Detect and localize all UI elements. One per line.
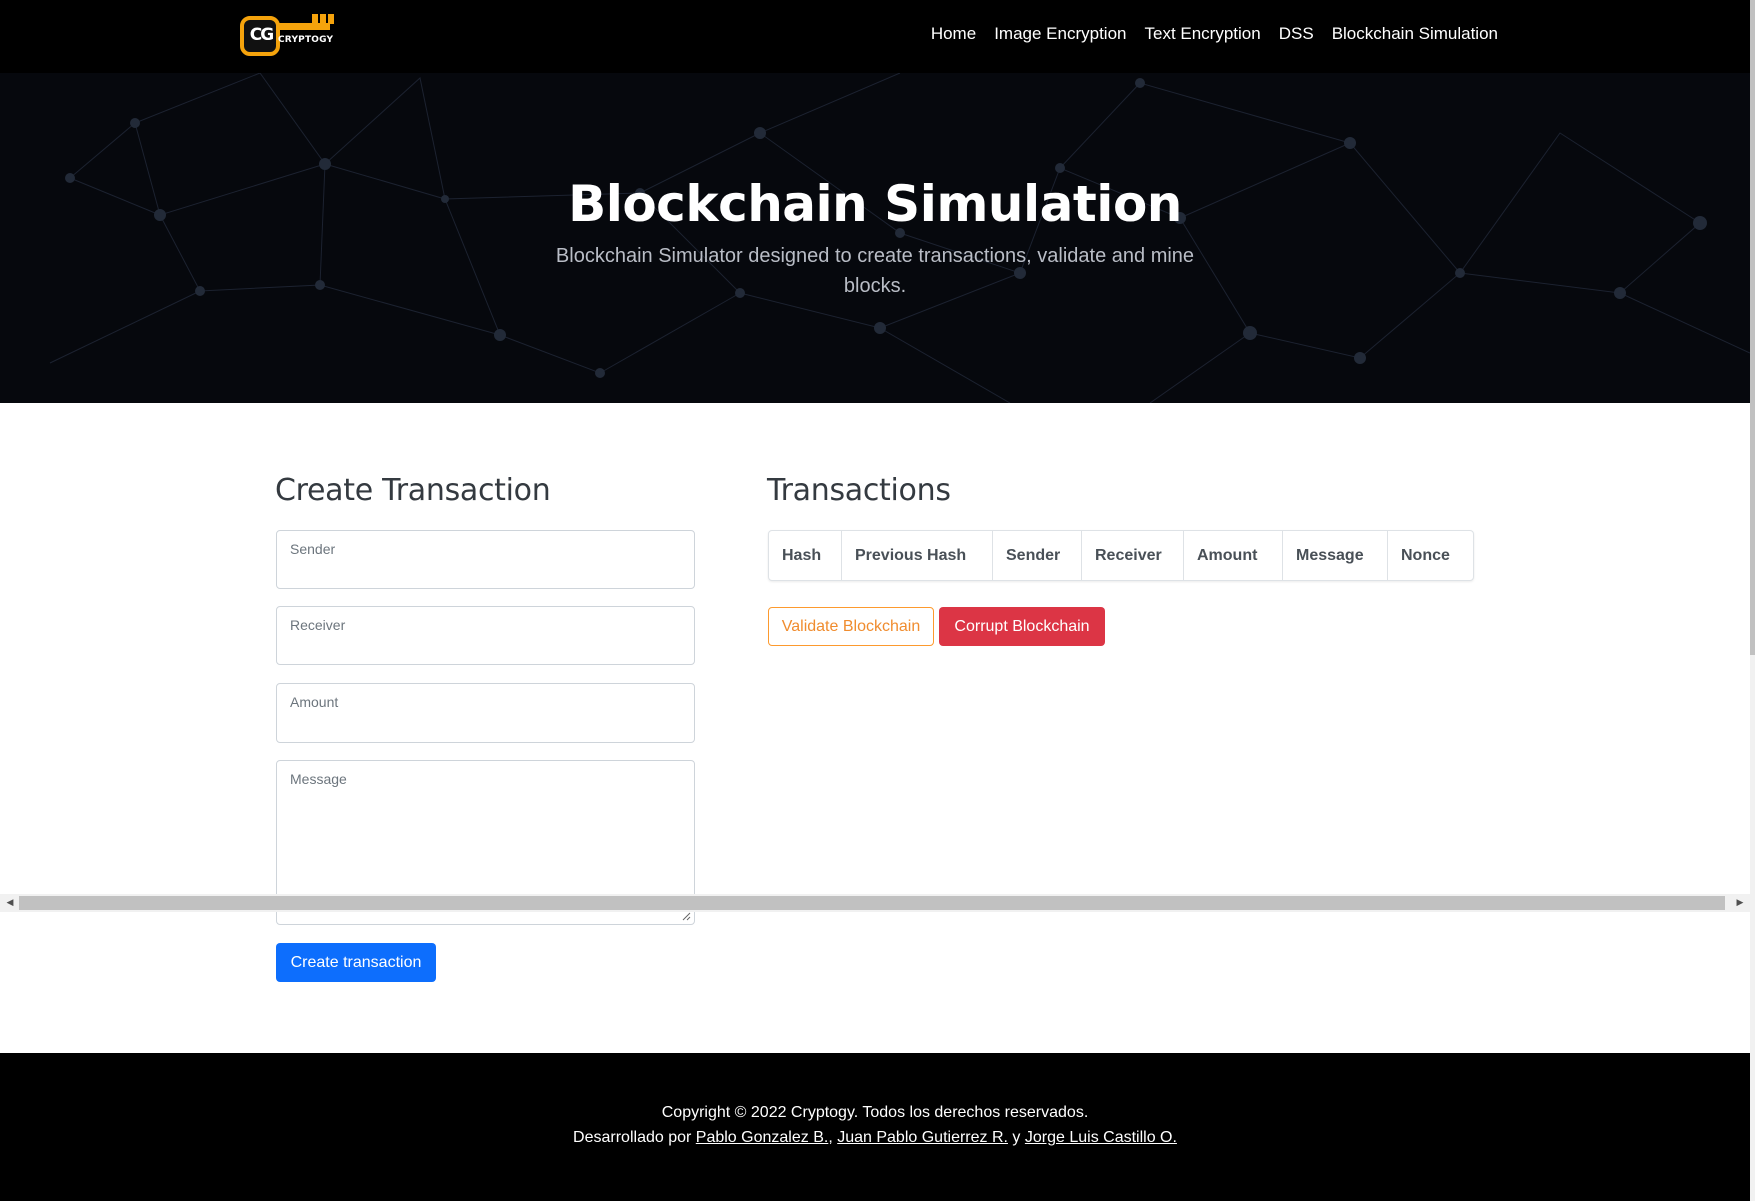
- developer-link-jorge-luis-castillo[interactable]: Jorge Luis Castillo O.: [1025, 1129, 1177, 1146]
- transactions-title: Transactions: [767, 473, 951, 508]
- page-subtitle: Blockchain Simulator designed to create …: [555, 245, 1195, 297]
- column-header-receiver: Receiver: [1082, 531, 1184, 580]
- receiver-field-label: Receiver: [290, 617, 346, 633]
- footer: Copyright © 2022 Cryptogy. Todos los der…: [0, 1053, 1750, 1201]
- developer-link-juan-pablo-gutierrez[interactable]: Juan Pablo Gutierrez R.: [837, 1129, 1008, 1146]
- resize-grip-icon[interactable]: [681, 911, 691, 921]
- logo-mark: CG: [249, 25, 274, 45]
- amount-field-label: Amount: [290, 694, 339, 710]
- hero-banner: Blockchain Simulation Blockchain Simulat…: [0, 73, 1750, 403]
- column-header-sender: Sender: [993, 531, 1082, 580]
- column-header-hash: Hash: [769, 531, 842, 580]
- receiver-field[interactable]: Receiver: [276, 606, 695, 665]
- amount-field[interactable]: Amount: [276, 683, 695, 743]
- vertical-scrollbar[interactable]: [1750, 0, 1755, 1201]
- sender-field-label: Sender: [290, 541, 336, 557]
- logo-key-tooth-icon: [328, 14, 334, 24]
- page-title: Blockchain Simulation: [568, 175, 1182, 233]
- nav-link-blockchain-simulation[interactable]: Blockchain Simulation: [1332, 24, 1498, 44]
- logo-key-shaft-icon: [278, 23, 330, 30]
- footer-conjunction: y: [1012, 1129, 1021, 1146]
- footer-separator: ,: [828, 1129, 833, 1146]
- column-header-message: Message: [1283, 531, 1388, 580]
- horizontal-scrollbar-thumb[interactable]: [19, 896, 1725, 910]
- network-background-image: [49, 73, 1750, 403]
- create-transaction-title: Create Transaction: [275, 473, 551, 508]
- validate-blockchain-button[interactable]: Validate Blockchain: [768, 607, 934, 646]
- create-transaction-button[interactable]: Create transaction: [276, 943, 436, 982]
- nav-links: Home Image Encryption Text Encryption DS…: [931, 24, 1498, 44]
- logo-key-tooth-icon: [320, 14, 326, 24]
- footer-copyright: Copyright © 2022 Cryptogy. Todos los der…: [661, 1104, 1089, 1121]
- horizontal-scrollbar[interactable]: ◀ ▶: [0, 894, 1750, 912]
- nav-link-home[interactable]: Home: [931, 24, 976, 44]
- sender-field[interactable]: Sender: [276, 530, 695, 589]
- cryptogy-logo[interactable]: CG CRYPTOGY: [240, 14, 334, 58]
- developer-link-pablo-gonzalez[interactable]: Pablo Gonzalez B.: [696, 1129, 829, 1146]
- nav-link-dss[interactable]: DSS: [1279, 24, 1314, 44]
- scroll-left-arrow-icon[interactable]: ◀: [3, 896, 17, 910]
- transactions-table-header: Hash Previous Hash Sender Receiver Amoun…: [768, 530, 1474, 581]
- column-header-amount: Amount: [1184, 531, 1283, 580]
- column-header-previous-hash: Previous Hash: [842, 531, 993, 580]
- logo-key-tooth-icon: [312, 14, 318, 24]
- nav-link-text-encryption[interactable]: Text Encryption: [1144, 24, 1260, 44]
- corrupt-blockchain-button[interactable]: Corrupt Blockchain: [939, 607, 1105, 646]
- navbar: CG CRYPTOGY Home Image Encryption Text E…: [0, 0, 1750, 73]
- vertical-scrollbar-thumb[interactable]: [1750, 0, 1755, 655]
- message-field-label: Message: [290, 771, 347, 787]
- scroll-right-arrow-icon[interactable]: ▶: [1733, 896, 1747, 910]
- column-header-nonce: Nonce: [1401, 546, 1450, 564]
- logo-key-ring-icon: CG: [240, 16, 280, 56]
- nav-link-image-encryption[interactable]: Image Encryption: [994, 24, 1126, 44]
- footer-dev-prefix: Desarrollado por: [573, 1129, 692, 1146]
- footer-credits: Desarrollado por Pablo Gonzalez B., Juan…: [0, 1129, 1750, 1147]
- logo-text: CRYPTOGY: [278, 35, 334, 45]
